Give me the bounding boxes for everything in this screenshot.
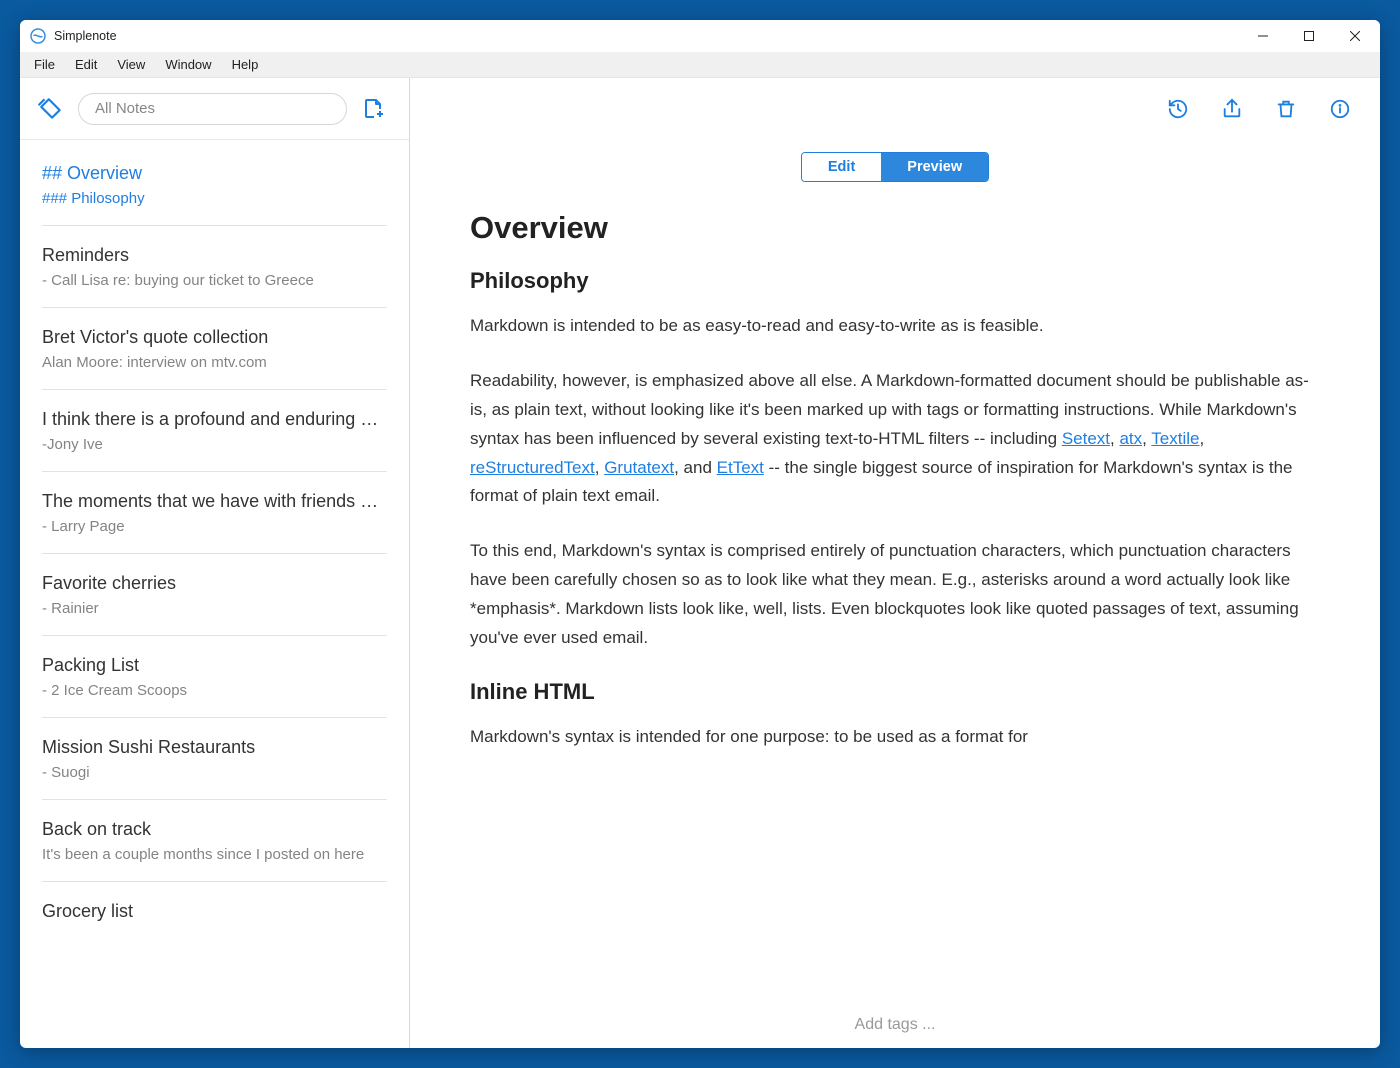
maximize-button[interactable] (1286, 20, 1332, 52)
note-preview: ### Philosophy (42, 187, 387, 211)
note-item[interactable]: The moments that we have with friends an… (20, 472, 409, 553)
maximize-icon (1304, 31, 1314, 41)
doc-paragraph: Markdown is intended to be as easy-to-re… (470, 312, 1320, 341)
info-button[interactable] (1328, 97, 1352, 121)
link-ettext[interactable]: EtText (717, 458, 764, 477)
note-list[interactable]: ## Overview ### Philosophy Reminders - C… (20, 140, 409, 1048)
note-title: I think there is a profound and enduring… (42, 406, 387, 433)
close-icon (1350, 31, 1360, 41)
doc-paragraph: Readability, however, is emphasized abov… (470, 367, 1320, 511)
note-title: Favorite cherries (42, 570, 387, 597)
minimize-icon (1258, 31, 1268, 41)
doc-heading-inline-html: Inline HTML (470, 679, 1320, 705)
doc-paragraph: To this end, Markdown's syntax is compri… (470, 537, 1320, 653)
link-restructuredtext[interactable]: reStructuredText (470, 458, 595, 477)
note-title: Reminders (42, 242, 387, 269)
note-item[interactable]: ## Overview ### Philosophy (20, 144, 409, 225)
note-title: ## Overview (42, 160, 387, 187)
menu-help[interactable]: Help (222, 55, 269, 74)
menu-edit[interactable]: Edit (65, 55, 107, 74)
minimize-button[interactable] (1240, 20, 1286, 52)
link-textile[interactable]: Textile (1151, 429, 1199, 448)
search-placeholder: All Notes (95, 100, 155, 117)
tags-icon (38, 96, 64, 122)
note-toolbar (410, 78, 1380, 140)
menu-view[interactable]: View (107, 55, 155, 74)
note-preview: -Jony Ive (42, 433, 387, 457)
share-icon (1221, 98, 1243, 120)
note-title: Mission Sushi Restaurants (42, 734, 387, 761)
window-title: Simplenote (54, 29, 117, 43)
note-item[interactable]: Mission Sushi Restaurants - Suogi (20, 718, 409, 799)
note-preview: Alan Moore: interview on mtv.com (42, 351, 387, 375)
preview-area: Edit Preview Overview Philosophy Markdow… (410, 140, 1380, 1048)
sidebar-toolbar: All Notes (20, 78, 409, 140)
note-preview: - Suogi (42, 761, 387, 785)
preview-scroll[interactable]: Overview Philosophy Markdown is intended… (410, 190, 1380, 1008)
menu-file[interactable]: File (24, 55, 65, 74)
menu-window[interactable]: Window (155, 55, 221, 74)
app-icon (30, 28, 46, 44)
note-item[interactable]: Reminders - Call Lisa re: buying our tic… (20, 226, 409, 307)
mode-toggle: Edit Preview (801, 152, 989, 182)
app-window: Simplenote File Edit View Window Help (20, 20, 1380, 1048)
trash-icon (1275, 98, 1297, 120)
link-setext[interactable]: Setext (1062, 429, 1110, 448)
titlebar: Simplenote (20, 20, 1380, 52)
note-title: Back on track (42, 816, 387, 843)
note-item[interactable]: Grocery list (20, 882, 409, 939)
note-preview: - Call Lisa re: buying our ticket to Gre… (42, 269, 387, 293)
note-title: Grocery list (42, 898, 387, 925)
note-preview: - Rainier (42, 597, 387, 621)
note-title: Bret Victor's quote collection (42, 324, 387, 351)
history-button[interactable] (1166, 97, 1190, 121)
close-button[interactable] (1332, 20, 1378, 52)
note-item[interactable]: Bret Victor's quote collection Alan Moor… (20, 308, 409, 389)
tab-preview[interactable]: Preview (881, 153, 988, 181)
note-title: The moments that we have with friends an… (42, 488, 387, 515)
note-item[interactable]: I think there is a profound and enduring… (20, 390, 409, 471)
history-icon (1167, 98, 1189, 120)
note-title: Packing List (42, 652, 387, 679)
note-preview: - Larry Page (42, 515, 387, 539)
tab-edit[interactable]: Edit (802, 153, 881, 181)
trash-button[interactable] (1274, 97, 1298, 121)
note-item[interactable]: Favorite cherries - Rainier (20, 554, 409, 635)
note-preview: It's been a couple months since I posted… (42, 843, 387, 867)
doc-heading-philosophy: Philosophy (470, 268, 1320, 294)
link-grutatext[interactable]: Grutatext (604, 458, 674, 477)
new-note-icon (362, 97, 386, 121)
note-item[interactable]: Back on track It's been a couple months … (20, 800, 409, 881)
search-input[interactable]: All Notes (78, 93, 347, 125)
link-atx[interactable]: atx (1119, 429, 1142, 448)
menubar: File Edit View Window Help (20, 52, 1380, 78)
note-preview: - 2 Ice Cream Scoops (42, 679, 387, 703)
sidebar: All Notes ## Overview ### Philosophy (20, 78, 410, 1048)
document-preview: Overview Philosophy Markdown is intended… (470, 210, 1320, 752)
tags-button[interactable] (34, 92, 68, 126)
tag-input[interactable]: Add tags ... (795, 1008, 996, 1048)
info-icon (1329, 98, 1351, 120)
doc-paragraph: Markdown's syntax is intended for one pu… (470, 723, 1320, 752)
note-item[interactable]: Packing List - 2 Ice Cream Scoops (20, 636, 409, 717)
tag-placeholder: Add tags ... (855, 1016, 936, 1033)
share-button[interactable] (1220, 97, 1244, 121)
new-note-button[interactable] (357, 92, 391, 126)
main-pane: Edit Preview Overview Philosophy Markdow… (410, 78, 1380, 1048)
doc-heading-overview: Overview (470, 210, 1320, 246)
